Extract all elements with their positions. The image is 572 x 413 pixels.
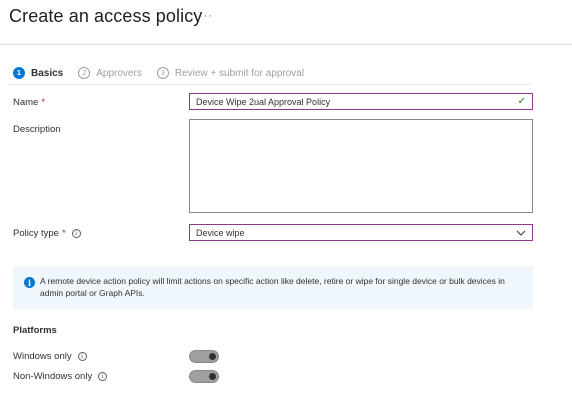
description-textarea[interactable]: [189, 119, 533, 213]
wizard-steps: 1 Basics 2 Approvers 3 Review + submit f…: [13, 65, 319, 81]
windows-only-label: Windows only i: [13, 351, 87, 362]
valid-check-icon: ✓: [517, 96, 526, 107]
required-marker: *: [61, 228, 66, 239]
info-icon: i: [24, 277, 35, 288]
name-label-text: Name: [13, 97, 39, 108]
description-label: Description: [13, 124, 61, 135]
steps-divider: [9, 84, 532, 85]
info-icon[interactable]: i: [98, 372, 108, 381]
policy-type-value: Device wipe: [196, 227, 245, 238]
page-title: Create an access policy: [9, 6, 203, 26]
name-input-value: Device Wipe 2ual Approval Policy: [196, 96, 331, 107]
info-banner: i A remote device action policy will lim…: [13, 266, 533, 309]
name-label: Name *: [13, 97, 45, 108]
chevron-down-icon: [516, 230, 526, 236]
toggle-knob: [209, 373, 216, 380]
platforms-section-title: Platforms: [13, 325, 57, 336]
policy-type-label-text: Policy type: [13, 228, 59, 239]
step-label: Review + submit for approval: [174, 67, 305, 79]
header-divider: [0, 44, 572, 45]
step-basics[interactable]: 1 Basics: [13, 67, 63, 79]
more-options-icon[interactable]: ···: [199, 10, 213, 22]
non-windows-only-label: Non-Windows only i: [13, 371, 108, 382]
name-input[interactable]: Device Wipe 2ual Approval Policy ✓: [189, 93, 533, 110]
required-marker: *: [41, 97, 46, 108]
info-icon[interactable]: i: [77, 352, 87, 361]
toggle-knob: [209, 353, 216, 360]
step-review-submit[interactable]: 3 Review + submit for approval: [156, 67, 305, 79]
windows-only-label-text: Windows only: [13, 351, 72, 362]
non-windows-only-toggle[interactable]: [189, 370, 219, 383]
policy-type-label: Policy type * i: [13, 228, 81, 239]
step-label: Approvers: [96, 67, 142, 79]
create-access-policy-page: Create an access policy ··· 1 Basics 2 A…: [0, 0, 572, 413]
step-number-icon: 2: [78, 67, 91, 79]
windows-only-toggle[interactable]: [189, 350, 219, 363]
step-number-icon: 3: [156, 67, 169, 79]
info-banner-text: A remote device action policy will limit…: [40, 276, 505, 298]
info-icon[interactable]: i: [71, 229, 81, 238]
step-approvers[interactable]: 2 Approvers: [78, 67, 142, 79]
step-label: Basics: [31, 67, 64, 79]
step-number-icon: 1: [13, 67, 25, 79]
non-windows-only-label-text: Non-Windows only: [13, 371, 93, 382]
policy-type-dropdown[interactable]: Device wipe: [189, 224, 533, 241]
